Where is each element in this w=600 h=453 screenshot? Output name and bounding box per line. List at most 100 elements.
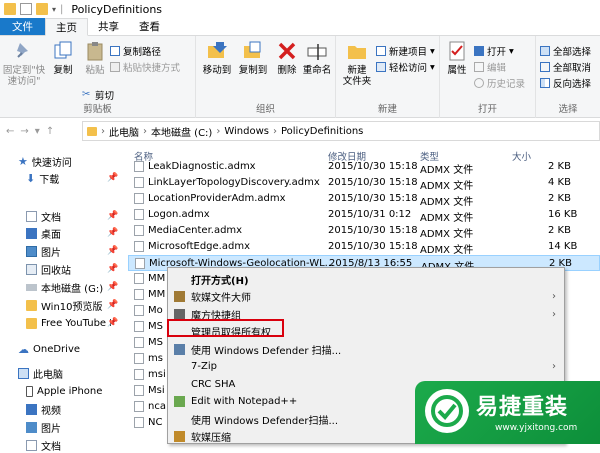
context-menu-item[interactable]: 软媒文件大师 › <box>168 288 564 306</box>
chevron-right-icon: › <box>552 361 556 372</box>
nav-item-videos[interactable]: 视频 <box>0 401 128 417</box>
easy-access-button[interactable]: 轻松访问 ▾ <box>376 60 435 74</box>
context-menu-item[interactable]: 打开方式(H) <box>168 270 564 288</box>
select-none-icon <box>540 62 550 72</box>
chevron-right-icon[interactable]: › <box>216 126 220 137</box>
tab-share[interactable]: 共享 <box>88 18 129 35</box>
copy-to-button[interactable]: 复制到 <box>236 40 270 76</box>
nav-item-documents[interactable]: 文档 📌 <box>0 208 128 224</box>
context-menu-item-label: 软媒文件大师 <box>191 293 251 304</box>
recent-dropdown-icon[interactable]: ▾ <box>35 126 40 137</box>
cell-date: 2015/10/31 0:12 <box>328 209 412 220</box>
breadcrumb-windows[interactable]: Windows <box>224 126 269 137</box>
table-row[interactable]: LeakDiagnostic.admx 2015/10/30 15:18 ADMX … <box>128 159 600 176</box>
dropdown-icon: ▾ <box>509 45 514 57</box>
copy-path-button[interactable]: 复制路径 <box>110 44 161 58</box>
copy-button[interactable]: 复制 <box>50 40 76 76</box>
properties-icon <box>449 41 465 61</box>
table-row[interactable]: LinkLayerTopologyDiscovery.admx 2015/10/3… <box>128 175 600 192</box>
nav-item-pictures[interactable]: 图片 📌 <box>0 243 128 259</box>
properties-quick-icon[interactable] <box>20 3 32 15</box>
cell-name: LocationProviderAdm.admx <box>148 193 286 204</box>
select-none-button[interactable]: 全部取消 <box>540 60 591 74</box>
table-row[interactable]: Logon.admx 2015/10/31 0:12 ADMX 文件 16 KB <box>128 207 600 224</box>
move-to-button[interactable]: 移动到 <box>200 40 234 76</box>
chevron-right-icon[interactable]: › <box>143 126 147 137</box>
breadcrumb-this-pc[interactable]: 此电脑 <box>109 124 139 139</box>
open-label: 打开 <box>487 47 507 58</box>
forward-arrow-icon[interactable]: → <box>20 126 28 137</box>
nav-item-desktop[interactable]: 桌面 📌 <box>0 225 128 241</box>
pin-icon: 📌 <box>107 282 119 292</box>
nav-item-quick-access[interactable]: ★ 快速访问 <box>0 153 128 169</box>
delete-icon <box>278 42 296 60</box>
edit-button[interactable]: 编辑 <box>474 60 506 74</box>
breadcrumb-local-disk[interactable]: 本地磁盘 (C:) <box>151 124 212 139</box>
grid-icon <box>174 308 185 320</box>
table-row[interactable]: MediaCenter.admx 2015/10/30 15:18 ADMX 文件 2… <box>128 223 600 240</box>
new-folder-button[interactable]: 新建 文件夹 <box>340 40 374 87</box>
chevron-right-icon[interactable]: › <box>101 126 105 137</box>
cell-name: LinkLayerTopologyDiscovery.admx <box>148 177 320 188</box>
nav-item-label: 此电脑 <box>33 369 63 381</box>
admx-file-icon <box>134 337 144 348</box>
context-menu-item[interactable]: 使用 Windows Defender 扫描... <box>168 340 564 358</box>
nav-item-pictures-pc[interactable]: 图片 <box>0 419 128 435</box>
delete-button[interactable]: 删除 <box>276 40 298 76</box>
nav-item-local-disk-g[interactable]: 本地磁盘 (G:) 📌 <box>0 279 128 295</box>
nav-item-documents-pc[interactable]: 文档 <box>0 437 128 453</box>
context-menu-item-label: 使用 Windows Defender 扫描... <box>191 345 342 357</box>
invert-selection-label: 反向选择 <box>553 79 592 90</box>
invert-selection-button[interactable]: 反向选择 <box>540 76 591 90</box>
breadcrumb-policy-definitions[interactable]: PolicyDefinitions <box>281 126 363 137</box>
properties-button[interactable]: 属性 <box>444 40 470 76</box>
select-all-button[interactable]: 全部选择 <box>540 44 591 58</box>
logo-text: 易捷重装 <box>476 395 569 420</box>
tab-view[interactable]: 查看 <box>129 18 170 35</box>
paste-button[interactable]: 粘贴 <box>80 40 110 76</box>
up-arrow-icon[interactable]: ↑ <box>46 126 54 137</box>
nav-item-apple-iphone[interactable]: Apple iPhone <box>0 383 128 399</box>
history-button[interactable]: 历史记录 <box>474 76 525 90</box>
nav-item-this-pc[interactable]: 此电脑 <box>0 365 128 381</box>
cell-name: Logon.admx <box>148 209 210 220</box>
open-button[interactable]: 打开 ▾ <box>474 44 514 58</box>
history-icon <box>474 78 484 88</box>
new-folder-quick-icon[interactable] <box>36 3 48 15</box>
pin-icon: 📌 <box>107 228 119 238</box>
nav-arrows: ← → ▾ ↑ <box>0 126 80 137</box>
copy-to-icon <box>244 41 261 58</box>
address-bar[interactable]: › 此电脑 › 本地磁盘 (C:) › Windows › PolicyDefi… <box>82 121 600 141</box>
quick-access-dropdown-icon[interactable]: ▾ <box>52 5 56 14</box>
context-menu-item[interactable]: 7-Zip › <box>168 358 564 376</box>
table-row[interactable]: MicrosoftEdge.admx 2015/10/30 15:18 ADMX 文… <box>128 239 600 256</box>
nav-item-free-youtube[interactable]: Free YouTube Do 📌 <box>0 315 128 331</box>
admx-file-icon <box>134 369 144 380</box>
rename-button[interactable]: 重命名 <box>302 40 332 76</box>
nav-item-downloads[interactable]: ⬇ 下载 📌 <box>0 170 128 186</box>
admx-file-icon <box>134 225 144 236</box>
nav-item-label: 图片 <box>41 247 61 259</box>
cut-button[interactable]: ✂ 剪切 <box>82 88 114 103</box>
tab-home[interactable]: 主页 <box>45 18 88 36</box>
tab-file[interactable]: 文件 <box>0 18 45 35</box>
chevron-right-icon[interactable]: › <box>273 126 277 137</box>
table-row[interactable]: LocationProviderAdm.admx 2015/10/30 15:18… <box>128 191 600 208</box>
paste-shortcut-button[interactable]: 粘贴快捷方式 <box>110 60 180 74</box>
download-arrow-icon: ⬇ <box>26 171 36 185</box>
drive-icon <box>26 283 37 291</box>
rename-icon <box>307 44 327 60</box>
new-item-button[interactable]: 新建项目 ▾ <box>376 44 435 58</box>
edit-label: 编辑 <box>487 63 507 74</box>
nav-item-onedrive[interactable]: ☁ OneDrive <box>0 341 128 357</box>
context-menu-item-label: 软媒压缩 <box>191 433 231 444</box>
cell-name: ms <box>148 353 163 364</box>
back-arrow-icon[interactable]: ← <box>6 126 14 137</box>
cell-name: MM <box>148 289 166 300</box>
nav-item-recycle-bin[interactable]: 回收站 📌 <box>0 261 128 277</box>
logo-emblem-icon <box>425 389 469 433</box>
nav-item-win10-preview[interactable]: Win10预览版 📌 <box>0 297 128 313</box>
phone-icon <box>26 385 33 397</box>
chevron-right-icon: › <box>552 308 556 320</box>
pin-quick-access-button[interactable]: 固定到"快 速访问" <box>2 40 46 87</box>
